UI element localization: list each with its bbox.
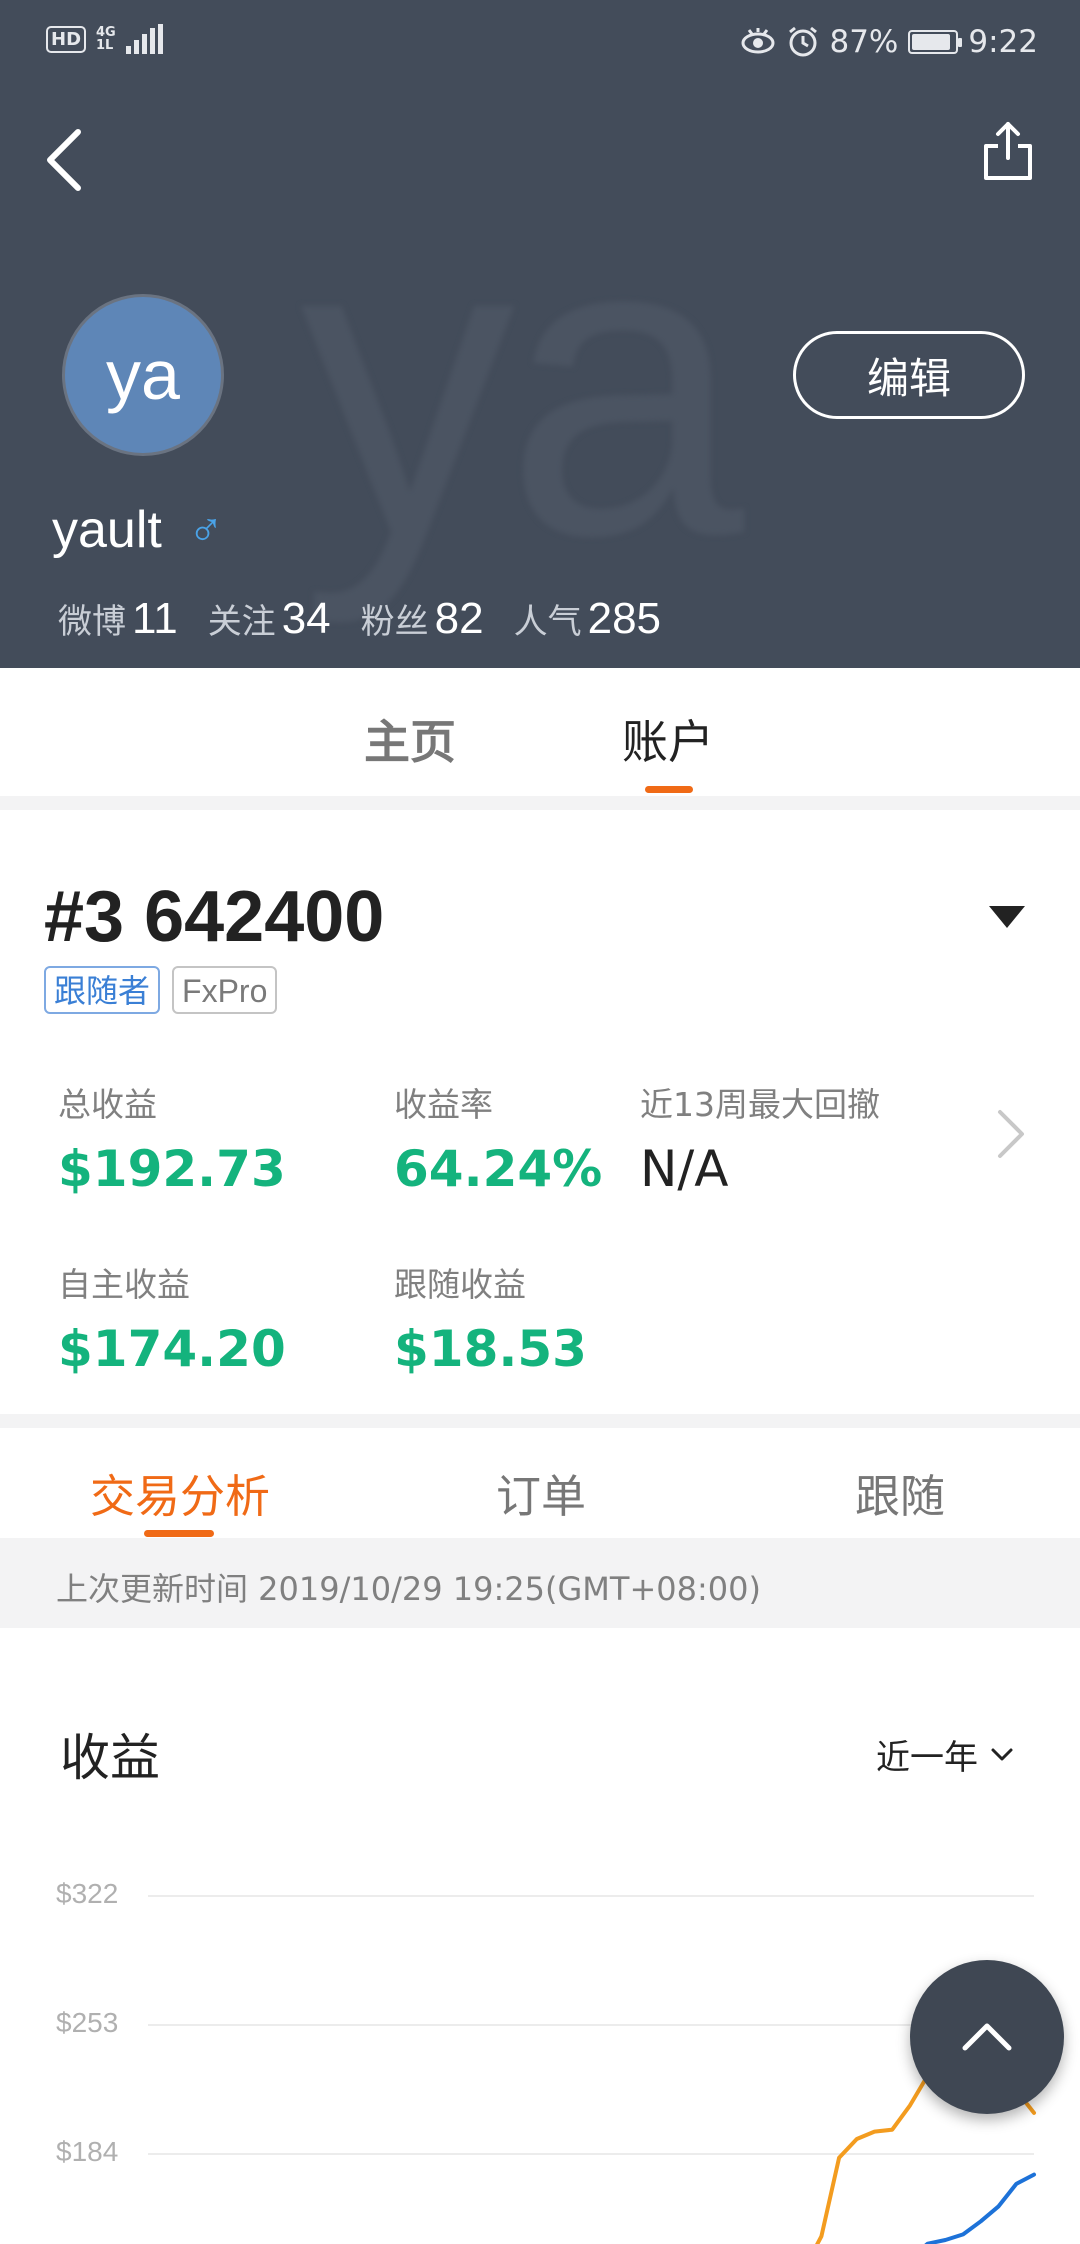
broker-badge: FxPro bbox=[172, 966, 278, 1014]
role-badge: 跟随者 bbox=[44, 966, 161, 1014]
watermark-text: ya bbox=[300, 145, 744, 625]
chevron-right-icon[interactable] bbox=[996, 1108, 1026, 1160]
account-number: #3 642400 bbox=[44, 877, 385, 957]
clock-time: 9:22 bbox=[968, 24, 1038, 60]
tab-trade-analysis[interactable]: 交易分析 bbox=[90, 1460, 270, 1525]
analysis-tabs: 交易分析 订单 跟随 bbox=[0, 1428, 1080, 1538]
stat-followers[interactable]: 粉丝 82 bbox=[361, 594, 484, 644]
username-row: yault ♂ bbox=[52, 500, 224, 560]
tab-active-indicator bbox=[645, 786, 693, 793]
eye-comfort-icon bbox=[741, 28, 775, 54]
tab-home[interactable]: 主页 bbox=[364, 706, 456, 772]
period-selector[interactable]: 近一年 bbox=[876, 1730, 1014, 1779]
chevron-up-icon bbox=[962, 2023, 1012, 2051]
stat-weibo[interactable]: 微博 11 bbox=[58, 594, 178, 644]
chevron-down-icon bbox=[991, 1748, 1013, 1760]
share-icon[interactable] bbox=[980, 118, 1036, 184]
metric-self-profit: 自主收益 $174.20 bbox=[58, 1265, 286, 1378]
profile-header: ya HD 4G 1L 87% 9:22 ya 编辑 yault ♂ 微博 11… bbox=[0, 0, 1080, 668]
section-divider bbox=[0, 1414, 1080, 1428]
tab-orders[interactable]: 订单 bbox=[496, 1460, 586, 1525]
metric-max-drawdown: 近13周最大回撤 N/A bbox=[640, 1085, 880, 1198]
network-type: 4G 1L bbox=[96, 25, 116, 53]
back-arrow-icon[interactable] bbox=[38, 120, 98, 200]
scroll-to-top-button[interactable] bbox=[910, 1960, 1064, 2114]
alarm-icon bbox=[789, 26, 818, 57]
stat-popularity: 人气 285 bbox=[513, 594, 662, 643]
update-time-bar: 上次更新时间 2019/10/29 19:25(GMT+08:00) bbox=[0, 1538, 1080, 1628]
profile-stats: 微博 11 关注 34 粉丝 82 人气 285 bbox=[58, 594, 661, 644]
edit-profile-button[interactable]: 编辑 bbox=[793, 331, 1025, 419]
hd-icon: HD bbox=[46, 25, 87, 53]
chart-title: 收益 bbox=[60, 1729, 160, 1787]
username: yault bbox=[52, 501, 162, 559]
metric-follow-profit: 跟随收益 $18.53 bbox=[394, 1265, 587, 1378]
profile-tabs: 主页 账户 bbox=[0, 668, 1080, 796]
battery-icon bbox=[908, 30, 963, 54]
period-label: 近一年 bbox=[876, 1738, 978, 1778]
section-divider bbox=[0, 796, 1080, 810]
metric-return-rate: 收益率 64.24% bbox=[394, 1085, 603, 1198]
tab-follow[interactable]: 跟随 bbox=[855, 1460, 945, 1525]
stat-following[interactable]: 关注 34 bbox=[208, 594, 331, 644]
battery-percent: 87% bbox=[829, 24, 899, 60]
account-dropdown-icon[interactable] bbox=[989, 906, 1025, 928]
male-gender-icon: ♂ bbox=[187, 503, 224, 557]
account-badges: 跟随者 FxPro bbox=[44, 966, 278, 1014]
signal-icon bbox=[125, 24, 163, 54]
tab-active-indicator bbox=[144, 1530, 214, 1537]
series-line-1 bbox=[924, 2172, 1036, 2244]
status-bar: HD 4G 1L 87% 9:22 bbox=[0, 0, 1080, 84]
tab-account[interactable]: 账户 bbox=[622, 706, 714, 772]
metric-total-profit: 总收益 $192.73 bbox=[58, 1085, 286, 1198]
avatar[interactable]: ya bbox=[62, 294, 224, 456]
update-time-text: 上次更新时间 2019/10/29 19:25(GMT+08:00) bbox=[56, 1570, 761, 1608]
